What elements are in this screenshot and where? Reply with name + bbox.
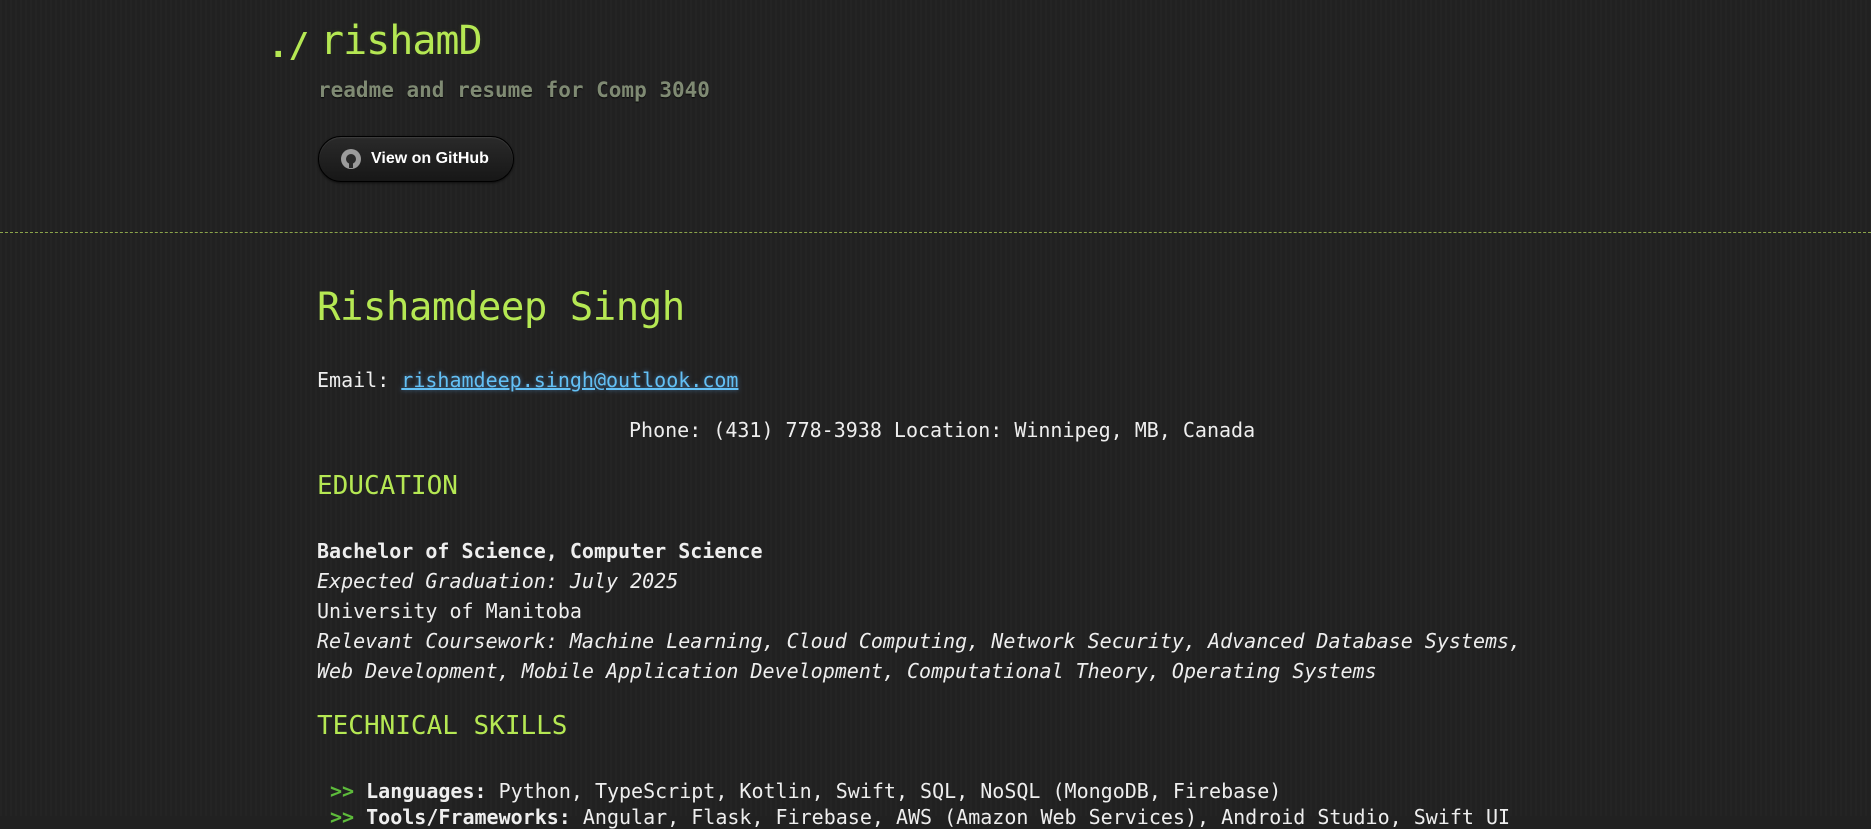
education-coursework-line2: Web Development, Mobile Application Deve… — [317, 659, 1377, 683]
skill-label: Tools/Frameworks: — [366, 805, 571, 829]
education-school: University of Manitoba — [317, 599, 582, 623]
github-button-label: View on GitHub — [371, 150, 489, 167]
skill-marker: >> — [330, 779, 355, 803]
skill-marker: >> — [330, 805, 355, 829]
skill-value: Angular, Flask, Firebase, AWS (Amazon We… — [582, 805, 1511, 829]
education-graduation: Expected Graduation: July 2025 — [317, 569, 679, 593]
site-title[interactable]: rishamD — [320, 18, 483, 64]
contact-email: Email: rishamdeep.singh@outlook.com — [317, 368, 738, 392]
skill-item: >> Languages: Python, TypeScript, Kotlin… — [330, 779, 1281, 803]
email-label: Email: — [317, 368, 390, 392]
education-degree: Bachelor of Science, Computer Science — [317, 539, 763, 563]
contact-phone-location: Phone: (431) 778-3938 Location: Winnipeg… — [629, 418, 1256, 442]
resume-name: Rishamdeep Singh — [317, 285, 685, 330]
technical-skills-heading: TECHNICAL SKILLS — [317, 711, 568, 741]
resume-content: Rishamdeep Singh Email: rishamdeep.singh… — [0, 233, 1871, 829]
site-description: readme and resume for Comp 3040 — [318, 78, 710, 102]
skill-label: Languages: — [366, 779, 487, 803]
view-on-github-button[interactable]: View on GitHub — [318, 136, 514, 182]
skill-item: >> Tools/Frameworks: Angular, Flask, Fir… — [330, 805, 1510, 829]
education-heading: EDUCATION — [317, 471, 458, 501]
site-header: ./ rishamD readme and resume for Comp 30… — [0, 0, 1871, 233]
github-icon — [341, 149, 361, 169]
education-coursework-line1: Relevant Coursework: Machine Learning, C… — [317, 629, 1522, 653]
skill-value: Python, TypeScript, Kotlin, Swift, SQL, … — [498, 779, 1282, 803]
title-prefix: ./ — [268, 26, 309, 66]
email-link[interactable]: rishamdeep.singh@outlook.com — [401, 368, 738, 392]
